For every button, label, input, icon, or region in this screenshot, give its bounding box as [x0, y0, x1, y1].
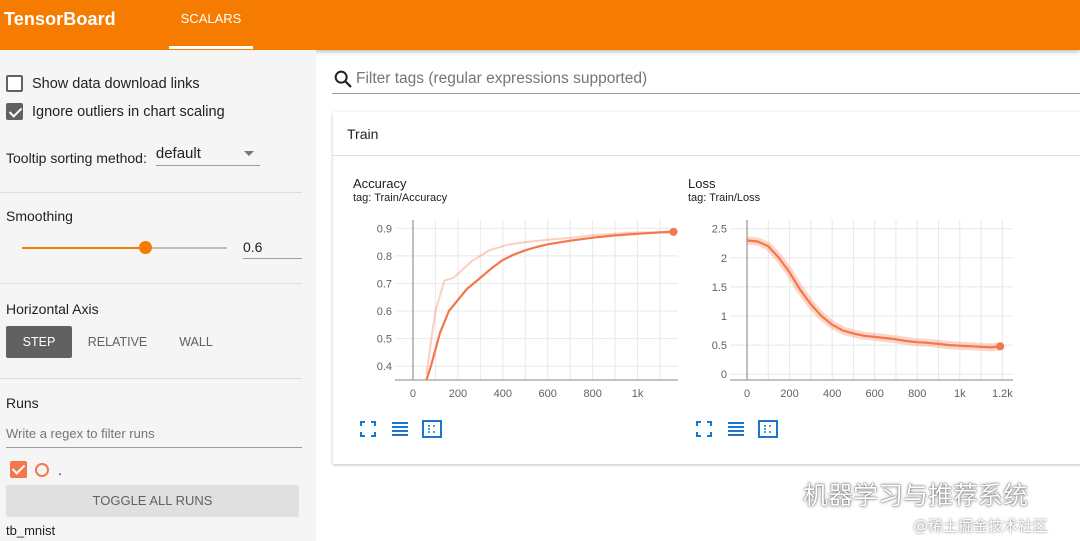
- fit-domain-icon[interactable]: [757, 418, 779, 440]
- y-tick-label: 0.5: [377, 334, 392, 346]
- run-name: .: [58, 461, 62, 478]
- accuracy-chart-title: Accuracy: [353, 176, 407, 191]
- app-title: TensorBoard: [4, 9, 116, 29]
- search-icon: [334, 70, 352, 88]
- axis-relative-button[interactable]: RELATIVE: [80, 326, 155, 358]
- loss-chart[interactable]: 0 0.5 1 1.5 2 2.5 0 200 400 600 800 1k 1.2k: [688, 210, 1018, 415]
- x-tick-label: 200: [449, 388, 467, 400]
- runs-title: Runs: [6, 395, 39, 411]
- y-tick-label: 0.8: [377, 251, 392, 263]
- smoothing-slider-fill: [22, 247, 145, 249]
- smoothing-slider[interactable]: [22, 241, 227, 254]
- smoothing-title: Smoothing: [6, 208, 73, 224]
- card-title: Train: [347, 126, 379, 142]
- axis-step-button[interactable]: STEP: [6, 326, 72, 358]
- raw-noise-band: [746, 236, 1001, 352]
- y-tick-label: 2: [721, 253, 727, 265]
- show-download-links-option[interactable]: Show data download links: [6, 75, 200, 92]
- x-tick-label: 800: [908, 388, 926, 400]
- run-checkbox[interactable]: [10, 461, 27, 478]
- fit-domain-icon[interactable]: [421, 418, 443, 440]
- show-download-links-checkbox[interactable]: [6, 75, 23, 92]
- fullscreen-icon[interactable]: [357, 418, 379, 440]
- list-icon[interactable]: [725, 418, 747, 440]
- loss-chart-title: Loss: [688, 176, 716, 191]
- tag-filter[interactable]: Filter tags (regular expressions support…: [332, 66, 1080, 94]
- run-label: tb_mnist: [6, 523, 56, 538]
- smoothed-series-line: [425, 230, 674, 381]
- wechat-watermark: 机器学习与推荐系统: [755, 476, 1028, 512]
- x-tick-label: 200: [780, 388, 798, 400]
- toggle-all-runs-button[interactable]: TOGGLE ALL RUNS: [6, 485, 299, 517]
- x-tick-label: 1.2k: [992, 388, 1013, 400]
- last-point-marker: [996, 342, 1005, 351]
- divider: [0, 192, 302, 193]
- x-tick-label: 600: [539, 388, 557, 400]
- runs-filter-input[interactable]: Write a regex to filter runs: [6, 426, 302, 448]
- smoothing-slider-thumb[interactable]: [139, 241, 152, 254]
- train-card: Train Accuracy tag: Train/Accuracy 0.4 0.…: [333, 112, 1080, 464]
- x-tick-label: 0: [744, 388, 750, 400]
- sidebar: Show data download links Ignore outliers…: [0, 50, 316, 541]
- x-tick-label: 1k: [632, 388, 644, 400]
- run-color-circle-icon[interactable]: [35, 462, 49, 477]
- top-app-bar: TensorBoard SCALARS: [0, 0, 1080, 50]
- y-tick-label: 0.9: [377, 223, 392, 235]
- divider: [0, 283, 302, 284]
- last-point-marker: [669, 227, 678, 236]
- smoothed-series-line: [746, 239, 1001, 349]
- show-download-links-label: Show data download links: [32, 75, 200, 92]
- axis-wall-button[interactable]: WALL: [165, 326, 227, 358]
- tooltip-sorting-select[interactable]: default: [155, 145, 260, 166]
- smoothing-value-input[interactable]: 0.6: [243, 239, 302, 259]
- ignore-outliers-checkbox[interactable]: [6, 103, 23, 120]
- watermark-text: 机器学习与推荐系统: [803, 481, 1029, 510]
- divider: [0, 378, 302, 379]
- run-item[interactable]: .: [10, 461, 62, 478]
- x-tick-label: 600: [866, 388, 884, 400]
- y-tick-label: 0.7: [377, 278, 392, 290]
- horizontal-axis-title: Horizontal Axis: [6, 301, 99, 317]
- active-tab-indicator: [169, 46, 253, 49]
- ignore-outliers-option[interactable]: Ignore outliers in chart scaling: [6, 103, 225, 120]
- y-tick-label: 0: [721, 369, 727, 381]
- list-icon[interactable]: [389, 418, 411, 440]
- x-tick-label: 1k: [954, 388, 966, 400]
- tooltip-sorting-label: Tooltip sorting method:: [6, 150, 147, 166]
- tab-scalars[interactable]: SCALARS: [169, 0, 253, 50]
- x-tick-label: 400: [494, 388, 512, 400]
- wechat-logo-icon: [756, 480, 791, 507]
- tooltip-sorting-value: default: [155, 145, 201, 162]
- dropdown-arrow-icon: [243, 151, 254, 156]
- tooltip-sorting-row: Tooltip sorting method: default: [6, 145, 260, 166]
- y-tick-label: 1: [721, 311, 727, 323]
- accuracy-chart[interactable]: 0.4 0.5 0.6 0.7 0.8 0.9 0 200 400 600 800 1k: [353, 210, 683, 415]
- x-tick-label: 800: [583, 388, 601, 400]
- tag-filter-input[interactable]: Filter tags (regular expressions support…: [356, 70, 647, 88]
- y-tick-label: 0.4: [377, 361, 392, 373]
- x-tick-label: 0: [410, 388, 416, 400]
- y-tick-label: 0.5: [712, 340, 727, 352]
- y-tick-label: 1.5: [712, 282, 727, 294]
- raw-series-line: [425, 230, 674, 375]
- y-tick-label: 0.6: [377, 306, 392, 318]
- ignore-outliers-label: Ignore outliers in chart scaling: [32, 103, 225, 120]
- watermark-source: @稀土掘金技术社区: [913, 517, 1049, 535]
- y-tick-label: 2.5: [712, 224, 727, 236]
- fullscreen-icon[interactable]: [693, 418, 715, 440]
- accuracy-chart-tag: tag: Train/Accuracy: [353, 192, 448, 204]
- loss-chart-tag: tag: Train/Loss: [688, 192, 761, 204]
- card-header[interactable]: Train: [333, 112, 1080, 156]
- x-tick-label: 400: [823, 388, 841, 400]
